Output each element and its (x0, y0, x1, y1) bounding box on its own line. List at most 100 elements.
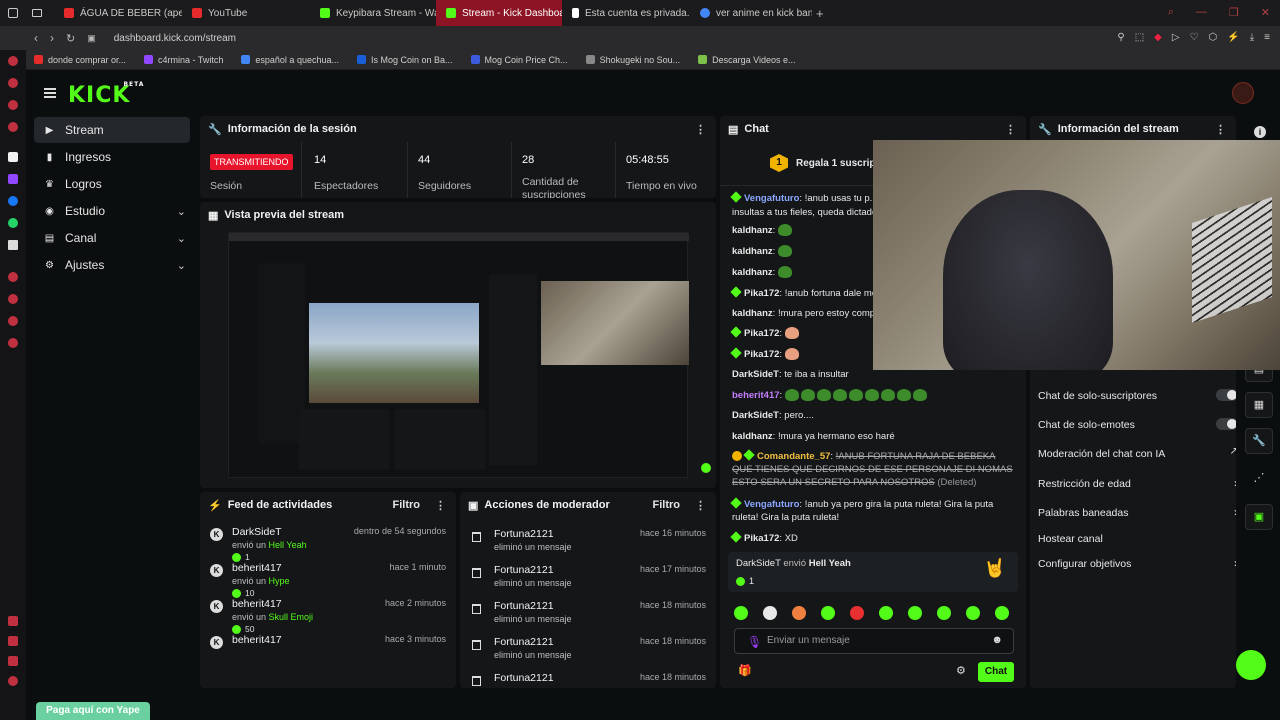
quick-emote-icon[interactable] (966, 606, 980, 620)
rail-button-clips[interactable]: ▣ (1245, 504, 1273, 530)
chat-settings-icon[interactable]: ⚙ (956, 664, 966, 677)
bookmark-item[interactable]: Mog Coin Price Ch... (470, 55, 568, 65)
stream-preview-video[interactable] (228, 232, 711, 478)
pocket-icon[interactable]: ◆ (1154, 32, 1162, 43)
whatsapp-icon[interactable] (8, 218, 18, 228)
opera-ai-icon[interactable] (8, 56, 18, 66)
download-icon[interactable]: ⤓ (1250, 32, 1254, 43)
chevron-down-icon[interactable]: ⌄ (177, 232, 186, 245)
tab-keypibara-stream[interactable]: Keypibara Stream - Watc (310, 0, 436, 26)
chat-username[interactable]: kaldhanz (732, 267, 773, 278)
clock-icon[interactable] (8, 294, 18, 304)
message-input[interactable] (767, 635, 987, 646)
workspaces-icon[interactable] (8, 78, 18, 88)
sidebar-item-estudio[interactable]: ◉ Estudio ⌄ (34, 198, 190, 224)
yape-banner[interactable]: Paga aquí con Yape (36, 702, 150, 720)
kick-logo[interactable]: KICK BETA (68, 81, 143, 108)
search-tabs-icon[interactable]: ⌕ (1168, 6, 1174, 19)
rail-button-layout[interactable]: ▦ (1245, 392, 1273, 418)
hamburger-menu-icon[interactable] (44, 88, 56, 98)
forward-icon[interactable]: › (50, 31, 54, 45)
quick-emote-icon[interactable] (908, 606, 922, 620)
stream-setting-1[interactable]: Chat de solo-suscriptores (1038, 389, 1236, 402)
quick-emote-icon[interactable] (995, 606, 1009, 620)
sidebar-item-ajustes[interactable]: ⚙ Ajustes ⌄ (34, 252, 190, 278)
kick-shortcut-icon[interactable] (8, 152, 18, 162)
feed-user[interactable]: beherit417 (232, 634, 282, 646)
chat-username[interactable]: DarkSideT (732, 410, 779, 421)
user-avatar[interactable] (1232, 82, 1254, 104)
quick-emote-icon[interactable] (937, 606, 951, 620)
quick-emote-icon[interactable] (821, 606, 835, 620)
x-twitter-icon[interactable] (8, 240, 18, 250)
vpn-icon[interactable]: ⚡ (1227, 32, 1239, 43)
url-text[interactable]: dashboard.kick.com/stream (114, 33, 236, 44)
stream-setting-4[interactable]: Restricción de edad › (1038, 476, 1236, 490)
sidebar-item-ingresos[interactable]: ▮ Ingresos (34, 144, 190, 170)
quick-emote-icon[interactable] (879, 606, 893, 620)
sidebar-item-canal[interactable]: ▤ Canal ⌄ (34, 225, 190, 251)
tabs-sidebar-icon[interactable] (8, 616, 18, 626)
chat-username[interactable]: beherit417 (732, 390, 780, 401)
chat-username[interactable]: Pika172 (744, 349, 779, 360)
maximize-icon[interactable]: ❐ (1229, 6, 1239, 19)
tab-agua-de-beber[interactable]: ÁGUA DE BEBER (apedup (54, 0, 182, 26)
sidebar-item-stream[interactable]: ▶ Stream (34, 117, 190, 143)
external-link-icon[interactable]: ↗ (1230, 446, 1236, 457)
tab-google-search[interactable]: ver anime en kick baneab✕ (690, 0, 812, 26)
play-icon[interactable]: ▷ (1172, 32, 1180, 43)
tab-youtube[interactable]: YouTube (182, 0, 310, 26)
info-icon[interactable]: i (1254, 126, 1266, 138)
new-tab-icon[interactable]: + (816, 6, 824, 21)
quick-emote-icon[interactable] (734, 606, 748, 620)
chat-username[interactable]: kaldhanz (732, 246, 773, 257)
pin-icon[interactable]: ⚲ (1117, 32, 1124, 43)
stream-setting-2[interactable]: Chat de solo-emotes (1038, 418, 1236, 431)
chat-username[interactable]: Comandante_57 (757, 451, 830, 462)
chevron-right-icon[interactable]: › (1234, 556, 1236, 570)
quick-emote-icon[interactable] (850, 606, 864, 620)
feed-user[interactable]: beherit417 (232, 562, 282, 574)
reload-icon[interactable]: ↻ (66, 32, 75, 45)
menu-icon[interactable]: ≡ (1264, 32, 1270, 43)
more-sidebar-icon[interactable] (8, 676, 18, 686)
mod-user[interactable]: Fortuna2121 (494, 600, 554, 612)
chat-username[interactable]: kaldhanz (732, 308, 773, 319)
gx-icon[interactable] (8, 656, 18, 666)
bookmark-item[interactable]: Is Mog Coin on Ba... (356, 55, 453, 65)
stream-setting-5[interactable]: Palabras baneadas › (1038, 505, 1236, 519)
chevron-down-icon[interactable]: ⌄ (177, 205, 186, 218)
kebab-menu-icon[interactable]: ⋮ (435, 499, 446, 512)
facebook-messenger-icon[interactable] (8, 196, 18, 206)
history-icon[interactable] (8, 272, 18, 282)
mod-user[interactable]: Fortuna2121 (494, 564, 554, 576)
close-window-icon[interactable]: ✕ (1261, 6, 1270, 19)
chevron-right-icon[interactable]: › (1234, 476, 1236, 490)
feed-user[interactable]: DarkSideT (232, 526, 282, 538)
kebab-menu-icon[interactable]: ⋮ (1215, 123, 1226, 136)
chat-username[interactable]: Vengafuturo (744, 193, 799, 204)
bookmark-item[interactable]: Descarga Videos e... (698, 55, 796, 65)
rail-button-tools[interactable]: 🔧 (1245, 428, 1273, 454)
workspace-icon[interactable] (8, 8, 18, 18)
back-icon[interactable]: ‹ (34, 31, 38, 45)
rail-button-share[interactable]: ⋰ (1245, 466, 1273, 492)
chat-username[interactable]: Vengafuturo (744, 499, 799, 510)
feed-user[interactable]: beherit417 (232, 598, 282, 610)
tab-kick-dashboard[interactable]: Stream - Kick Dashboard✕ (436, 0, 562, 26)
extensions-icon[interactable]: ⬡ (1209, 32, 1218, 43)
minimize-icon[interactable]: — (1196, 6, 1207, 19)
stream-setting-7[interactable]: Configurar objetivos › (1038, 556, 1236, 570)
tab-list-icon[interactable] (32, 9, 42, 17)
send-chat-button[interactable]: Chat (978, 662, 1014, 682)
bookmark-item[interactable]: donde comprar or... (34, 55, 126, 65)
emoji-icon[interactable]: ☻ (991, 634, 1003, 646)
stream-setting-6[interactable]: Hostear canal (1038, 533, 1228, 545)
tab-tiktok[interactable]: Esta cuenta es privada. S (562, 0, 690, 26)
bookmark-item[interactable]: c4rmina - Twitch (144, 55, 223, 65)
wallet-icon[interactable] (8, 636, 18, 646)
chat-username[interactable]: Pika172 (744, 533, 779, 544)
chat-username[interactable]: Pika172 (744, 288, 779, 299)
favorites-icon[interactable]: ♡ (1190, 32, 1199, 43)
sidebar-item-logros[interactable]: ♛ Logros (34, 171, 190, 197)
